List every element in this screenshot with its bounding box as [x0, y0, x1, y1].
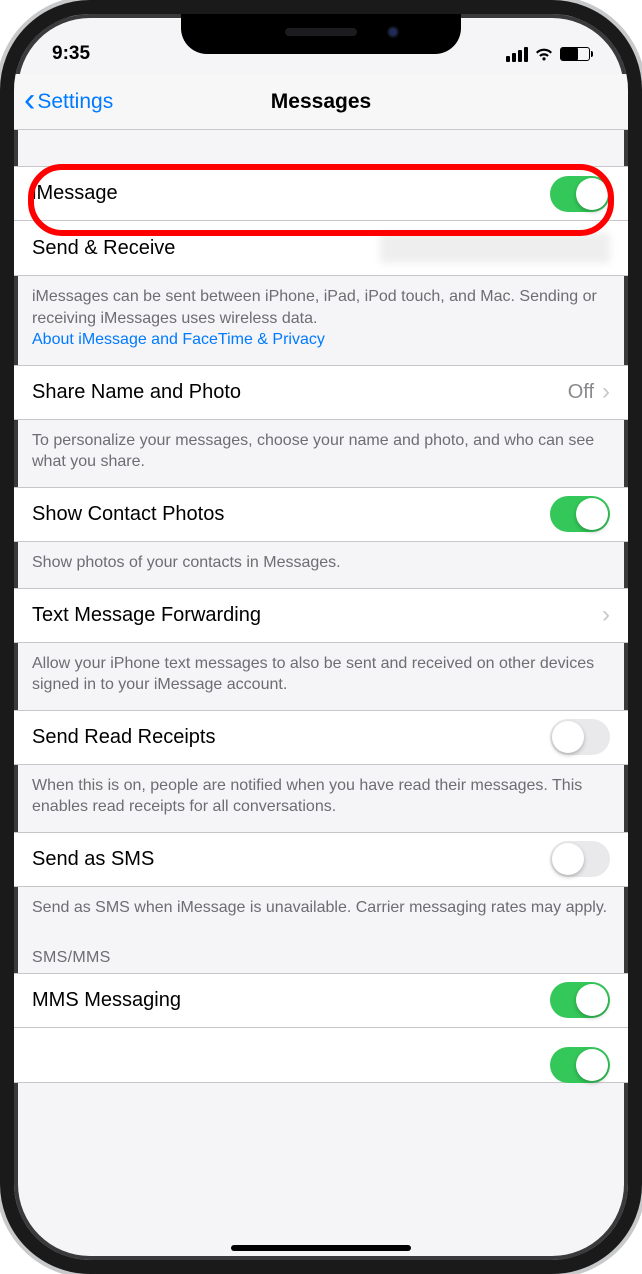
toggle-peek[interactable] — [550, 1047, 610, 1083]
toggle-mms[interactable] — [550, 982, 610, 1018]
status-time: 9:35 — [52, 43, 90, 65]
back-button[interactable]: ‹ Settings — [24, 87, 113, 117]
chevron-right-icon: › — [602, 378, 610, 406]
iphone-frame: 9:35 ‹ Settings Messages iMessage Send &… — [0, 0, 642, 1274]
wifi-icon — [534, 47, 554, 62]
row-forwarding-label: Text Message Forwarding — [32, 604, 602, 627]
cellular-icon — [506, 47, 528, 62]
toggle-imessage[interactable] — [550, 176, 610, 212]
footer-share-name: To personalize your messages, choose you… — [14, 420, 628, 487]
battery-icon — [560, 47, 590, 61]
page-title: Messages — [271, 90, 371, 114]
row-send-sms-label: Send as SMS — [32, 848, 550, 871]
home-indicator[interactable] — [231, 1245, 411, 1251]
row-send-sms[interactable]: Send as SMS — [14, 832, 628, 887]
link-privacy[interactable]: About iMessage and FaceTime & Privacy — [32, 331, 325, 348]
row-mms-label: MMS Messaging — [32, 989, 550, 1012]
chevron-left-icon: ‹ — [24, 83, 35, 117]
row-read-receipts-label: Send Read Receipts — [32, 726, 550, 749]
toggle-read-receipts[interactable] — [550, 719, 610, 755]
footer-contact-photos: Show photos of your contacts in Messages… — [14, 542, 628, 588]
row-imessage[interactable]: iMessage — [14, 166, 628, 221]
back-label: Settings — [37, 90, 113, 114]
toggle-send-sms[interactable] — [550, 841, 610, 877]
row-peek-next[interactable] — [14, 1028, 628, 1083]
footer-forwarding: Allow your iPhone text messages to also … — [14, 643, 628, 710]
row-mms[interactable]: MMS Messaging — [14, 973, 628, 1028]
row-forwarding[interactable]: Text Message Forwarding › — [14, 588, 628, 643]
row-read-receipts[interactable]: Send Read Receipts — [14, 710, 628, 765]
footer-read-receipts: When this is on, people are notified whe… — [14, 765, 628, 832]
footer-imessage: iMessages can be sent between iPhone, iP… — [14, 276, 628, 365]
footer-send-sms: Send as SMS when iMessage is unavailable… — [14, 887, 628, 933]
notch — [181, 14, 461, 54]
chevron-right-icon: › — [602, 601, 610, 629]
settings-scroll[interactable]: iMessage Send & Receive iMessages can be… — [14, 130, 628, 1260]
redacted-value — [380, 233, 610, 263]
row-share-name-value: Off — [568, 381, 594, 404]
nav-bar: ‹ Settings Messages — [14, 74, 628, 130]
row-send-receive[interactable]: Send & Receive — [14, 221, 628, 276]
row-share-name-label: Share Name and Photo — [32, 381, 568, 404]
row-contact-photos-label: Show Contact Photos — [32, 503, 550, 526]
row-share-name[interactable]: Share Name and Photo Off › — [14, 365, 628, 420]
section-sms-mms: SMS/MMS — [14, 933, 628, 973]
row-contact-photos[interactable]: Show Contact Photos — [14, 487, 628, 542]
row-imessage-label: iMessage — [32, 182, 550, 205]
row-send-receive-label: Send & Receive — [32, 237, 380, 260]
toggle-contact-photos[interactable] — [550, 496, 610, 532]
